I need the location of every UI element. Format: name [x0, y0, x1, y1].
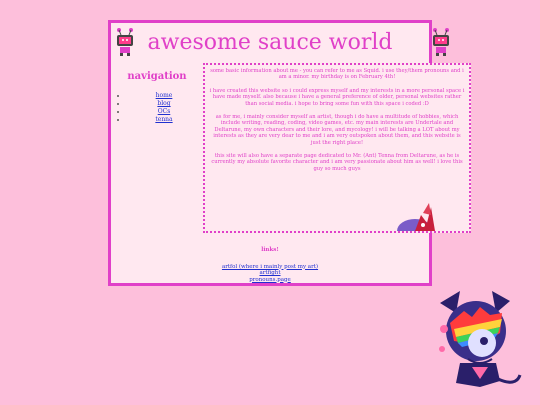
- site-frame: awesome sauce world navigation home blog…: [108, 20, 471, 286]
- nav-link-tenna[interactable]: tenna: [155, 116, 172, 123]
- site-header: awesome sauce world: [111, 23, 449, 61]
- about-paragraph: some basic information about me - you ca…: [210, 68, 464, 81]
- navigation-list: home blog OCs tenna: [113, 92, 201, 124]
- robot-icon: [433, 28, 449, 56]
- mascot-character-image: [439, 291, 522, 387]
- link-pronouns-page[interactable]: pronouns.page: [111, 277, 429, 284]
- nav-item-tenna: tenna: [127, 116, 201, 124]
- about-content: some basic information about me - you ca…: [203, 63, 471, 233]
- peeking-character-image: [397, 203, 435, 231]
- nav-item-blog: blog: [127, 100, 201, 108]
- links-footer: links! artfol (where i mainly post my ar…: [111, 239, 429, 283]
- nav-link-home[interactable]: home: [156, 92, 173, 99]
- about-paragraph: as for me, i mainly consider myself an a…: [213, 114, 461, 146]
- links-title: links!: [261, 247, 279, 253]
- site-title: awesome sauce world: [147, 30, 393, 55]
- nav-link-ocs[interactable]: OCs: [158, 108, 171, 115]
- about-paragraph: this site will also have a separate page…: [211, 153, 463, 172]
- navigation-sidebar: navigation home blog OCs tenna: [113, 63, 201, 233]
- navigation-title: navigation: [127, 71, 187, 82]
- about-paragraph: i have created this website so i could e…: [209, 87, 465, 107]
- nav-item-ocs: OCs: [127, 108, 201, 116]
- nav-link-blog[interactable]: blog: [157, 100, 170, 107]
- nav-item-home: home: [127, 92, 201, 100]
